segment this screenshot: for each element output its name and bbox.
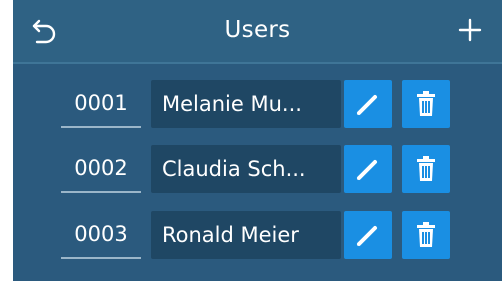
user-row: 0002 Claudia Sch... bbox=[13, 145, 502, 195]
pencil-icon bbox=[357, 226, 377, 246]
delete-user-button[interactable] bbox=[402, 211, 450, 259]
add-user-button[interactable] bbox=[454, 14, 486, 46]
user-row: 0001 Melanie Mu... bbox=[13, 80, 502, 130]
back-button[interactable] bbox=[29, 12, 63, 46]
user-name-field[interactable]: Claudia Sch... bbox=[151, 145, 341, 193]
users-screen: Users 0001 Melanie Mu... 0002 Claudia Sc… bbox=[13, 0, 502, 281]
app-frame: Users 0001 Melanie Mu... 0002 Claudia Sc… bbox=[0, 0, 502, 281]
user-row: 0003 Ronald Meier bbox=[13, 211, 502, 261]
user-name-field[interactable]: Melanie Mu... bbox=[151, 80, 341, 128]
page-title: Users bbox=[224, 17, 291, 43]
pencil-icon bbox=[357, 95, 377, 115]
delete-user-button[interactable] bbox=[402, 80, 450, 128]
pencil-icon bbox=[357, 160, 377, 180]
edit-user-button[interactable] bbox=[344, 211, 392, 259]
user-id: 0002 bbox=[61, 145, 141, 193]
trash-icon bbox=[417, 91, 435, 116]
trash-icon bbox=[417, 156, 435, 181]
plus-icon bbox=[458, 18, 482, 42]
edit-user-button[interactable] bbox=[344, 80, 392, 128]
delete-user-button[interactable] bbox=[402, 145, 450, 193]
user-id: 0003 bbox=[61, 211, 141, 259]
header-bar: Users bbox=[13, 0, 502, 64]
user-id: 0001 bbox=[61, 80, 141, 128]
trash-icon bbox=[417, 222, 435, 247]
back-arrow-icon bbox=[32, 19, 56, 44]
user-name-field[interactable]: Ronald Meier bbox=[151, 211, 341, 259]
edit-user-button[interactable] bbox=[344, 145, 392, 193]
